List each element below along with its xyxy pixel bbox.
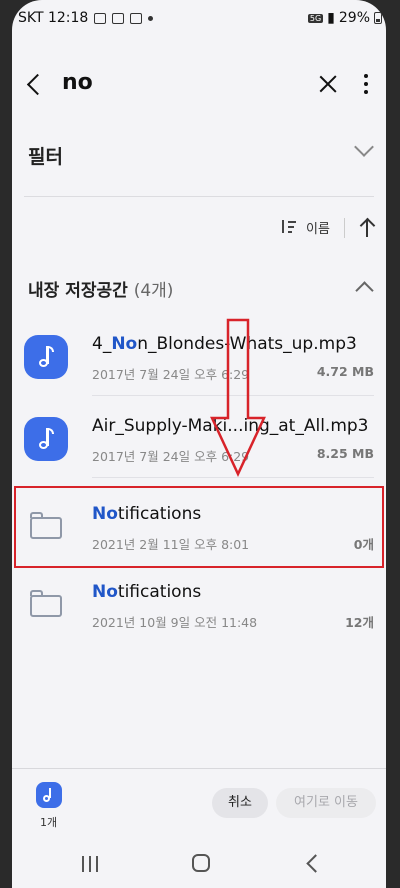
talk-notification-icon [112,12,125,24]
selected-audio-thumbnail-icon [36,782,62,808]
cancel-button[interactable]: 취소 [212,788,268,818]
sort-bar: 이름 [12,210,386,246]
file-search-screen: SKT 12:18 5G ▮ 29% no 필터 이름 내장 저장공간 (4개)… [12,0,386,888]
back-button[interactable] [20,68,52,100]
filter-toggle[interactable]: 필터 [12,128,386,176]
chevron-down-icon [354,137,374,157]
sort-icon[interactable] [280,218,296,234]
move-here-button[interactable]: 여기로 이동 [276,788,376,818]
back-nav-button[interactable] [306,854,325,873]
annotation-highlight-box [14,486,384,568]
pin-notification-icon [130,12,143,24]
sort-direction-up-icon[interactable] [357,216,377,240]
storage-section-header[interactable]: 내장 저장공간 (4개) [12,270,386,306]
system-navigation-bar [12,848,386,888]
search-input[interactable]: no [62,70,93,95]
section-title: 내장 저장공간 [28,281,128,301]
sort-by-name-button[interactable]: 이름 [306,218,330,237]
audio-file-icon [24,335,68,379]
home-button[interactable] [192,854,210,872]
file-size: 4.72 MB [316,364,374,379]
more-notifications-icon [148,15,154,21]
signal-icon: ▮ [327,10,335,26]
file-size: 12개 [345,615,374,630]
search-toolbar: no [12,56,386,112]
audio-file-icon [24,417,68,461]
filter-label: 필터 [28,146,63,168]
battery-percent: 29% [338,10,370,26]
list-item[interactable]: 4_Non_Blondes-Whats_up.mp3 2017년 7월 24일 … [12,318,386,396]
divider [24,196,374,197]
gallery-notification-icon [94,12,107,24]
list-item[interactable]: Air_Supply-Maki...ing_at_All.mp3 2017년 7… [12,400,386,478]
status-bar: SKT 12:18 5G ▮ 29% [12,0,386,36]
carrier-time: SKT 12:18 [18,10,89,26]
recent-apps-button[interactable] [82,856,100,872]
divider [12,768,386,769]
folder-icon [30,590,64,618]
section-count: (4개) [133,281,174,301]
list-item[interactable]: Notifications 2021년 10월 9일 오전 11:48 12개 [12,566,386,644]
selection-count: 1개 [40,816,58,829]
file-name: Notifications [92,582,202,602]
sort-separator [344,218,345,238]
file-date: 2021년 10월 9일 오전 11:48 [92,615,258,630]
annotation-arrow-icon [210,318,266,477]
network-label: 5G [307,13,324,23]
more-options-button[interactable] [356,68,376,100]
battery-icon [374,12,382,24]
clear-search-button[interactable] [312,68,344,100]
chevron-up-icon [355,281,374,300]
file-size: 8.25 MB [316,446,374,461]
